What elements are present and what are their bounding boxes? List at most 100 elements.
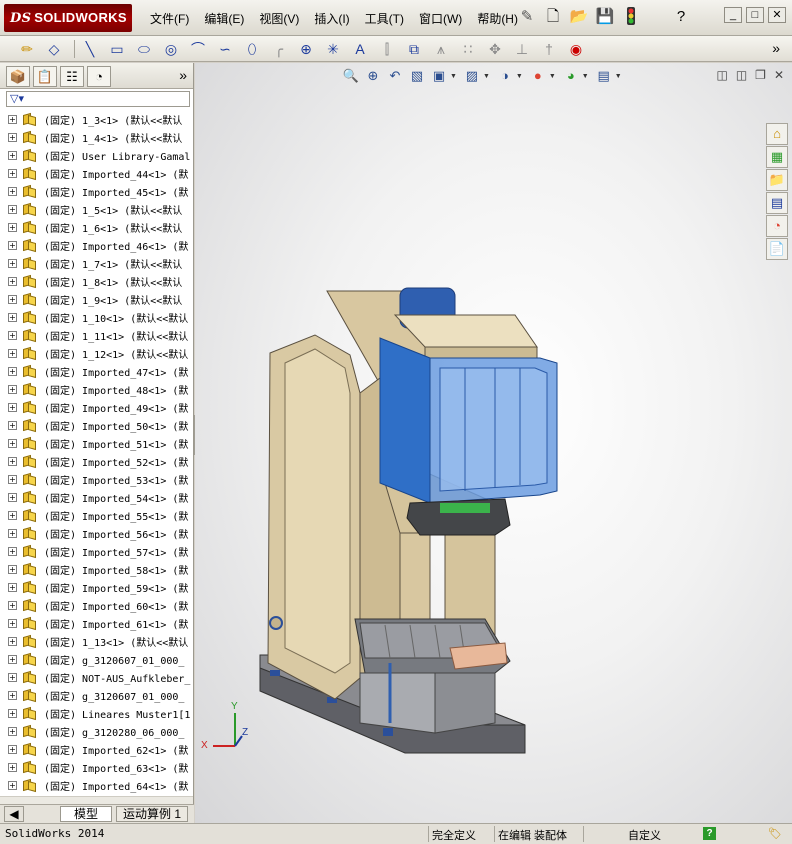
expand-icon[interactable]: + [8, 528, 17, 538]
appearance-icon[interactable]: ● [527, 67, 549, 85]
expand-icon[interactable]: + [8, 690, 17, 700]
expand-icon[interactable]: + [8, 222, 17, 232]
expand-icon[interactable]: + [8, 186, 17, 196]
point-icon[interactable]: ⊕ [295, 39, 317, 59]
scene-icon[interactable]: ◕ [560, 67, 582, 85]
graphics-area[interactable]: Y X Z 🔍 ⊕ ↶ ▧ ▣ ▼ ▨ ▼ ◑ ▼ ● ▼ ◕ ▼ ▤ ▼ ◫ ◫ ❐ ✕ … [195, 63, 792, 823]
expand-icon[interactable]: + [8, 582, 17, 592]
offset-icon[interactable]: ⧉ [403, 39, 425, 59]
panel-horizontal-scrollbar[interactable] [0, 796, 193, 804]
home-icon[interactable]: ⌂ [766, 123, 788, 145]
design-library-icon[interactable]: ▦ [766, 146, 788, 168]
display-style-icon[interactable]: ▨ [461, 67, 483, 85]
sketch-icon[interactable]: ✏ [16, 39, 38, 59]
expand-icon[interactable]: + [8, 402, 17, 412]
expand-icon[interactable]: + [8, 276, 17, 286]
panel-expand-icon[interactable]: » [179, 67, 187, 83]
expand-icon[interactable]: + [8, 204, 17, 214]
expand-icon[interactable]: + [8, 348, 17, 358]
tree-item[interactable]: + (固定) 1_8<1> (默认<<默认 [0, 272, 193, 290]
tree-item[interactable]: + (固定) g_3120607_01_000_ [0, 650, 193, 668]
arc-icon[interactable]: ⌒ [187, 39, 209, 59]
pin-icon[interactable]: ✎ [517, 6, 537, 28]
dropdown-arrow-icon[interactable]: ▼ [450, 73, 457, 80]
expand-icon[interactable]: + [8, 438, 17, 448]
tree-item[interactable]: + (固定) 1_10<1> (默认<<默认 [0, 308, 193, 326]
tree-item[interactable]: + (固定) Imported_53<1> (默 [0, 470, 193, 488]
tree-item[interactable]: + (固定) Imported_54<1> (默 [0, 488, 193, 506]
status-tag-icon[interactable]: 🏷 [768, 827, 782, 840]
tree-item[interactable]: + (固定) Imported_57<1> (默 [0, 542, 193, 560]
centerline-icon[interactable]: ✳ [322, 39, 344, 59]
expand-icon[interactable]: + [8, 762, 17, 772]
tree-item[interactable]: + (固定) 1_4<1> (默认<<默认 [0, 128, 193, 146]
tab-motion-study[interactable]: 运动算例 1 [116, 806, 188, 822]
smart-dimension-icon[interactable]: ◇ [43, 39, 65, 59]
tree-item[interactable]: + (固定) Imported_50<1> (默 [0, 416, 193, 434]
menu-window[interactable]: 窗口(W) [419, 10, 462, 27]
menu-tools[interactable]: 工具(T) [365, 10, 404, 27]
close-icon[interactable]: ✕ [768, 7, 786, 23]
quick-snap-icon[interactable]: † [538, 39, 560, 59]
expand-icon[interactable]: + [8, 672, 17, 682]
move-icon[interactable]: ✥ [484, 39, 506, 59]
view-orientation-icon[interactable]: ▣ [428, 67, 450, 85]
dropdown-arrow-icon[interactable]: ▼ [516, 73, 523, 80]
trim-icon[interactable]: ⩚ [430, 39, 452, 59]
expand-icon[interactable]: + [8, 420, 17, 430]
help-icon[interactable]: ? [671, 6, 691, 28]
tree-item[interactable]: + (固定) Imported_44<1> (默 [0, 164, 193, 182]
expand-icon[interactable]: + [8, 636, 17, 646]
tree-item[interactable]: + (固定) Imported_60<1> (默 [0, 596, 193, 614]
appearances-icon[interactable]: ◔ [766, 215, 788, 237]
save-icon[interactable]: 💾 [595, 6, 615, 28]
circle-icon[interactable]: ◎ [160, 39, 182, 59]
tree-item[interactable]: + (固定) Imported_45<1> (默 [0, 182, 193, 200]
dropdown-arrow-icon[interactable]: ▼ [615, 73, 622, 80]
tree-item[interactable]: + (固定) Lineares Muster1[1 [0, 704, 193, 722]
zoom-to-fit-icon[interactable]: 🔍 [340, 67, 362, 85]
tree-item[interactable]: + (固定) Imported_63<1> (默 [0, 758, 193, 776]
tree-item[interactable]: + (固定) User Library-Gamal [0, 146, 193, 164]
tree-item[interactable]: + (固定) Imported_61<1> (默 [0, 614, 193, 632]
menu-file[interactable]: 文件(F) [150, 10, 189, 27]
traffic-light-icon[interactable] [621, 6, 641, 28]
tree-item[interactable]: + (固定) 1_12<1> (默认<<默认 [0, 344, 193, 362]
tree-item[interactable]: + (固定) g_3120607_01_000_ [0, 686, 193, 704]
display-relation-icon[interactable]: ⊥ [511, 39, 533, 59]
tree-item[interactable]: + (固定) Imported_47<1> (默 [0, 362, 193, 380]
expand-icon[interactable]: + [8, 618, 17, 628]
expand-icon[interactable]: + [8, 240, 17, 250]
tree-item[interactable]: + (固定) Imported_58<1> (默 [0, 560, 193, 578]
slot-icon[interactable]: ⬭ [133, 39, 155, 59]
hide-show-icon[interactable]: ◑ [494, 67, 516, 85]
pattern-icon[interactable]: ∷ [457, 39, 479, 59]
expand-icon[interactable]: + [8, 726, 17, 736]
menu-help[interactable]: 帮助(H) [477, 10, 518, 27]
tree-item[interactable]: + (固定) Imported_52<1> (默 [0, 452, 193, 470]
solidworks-logo[interactable]: DS SOLIDWORKS [4, 4, 132, 32]
tree-item[interactable]: + (固定) Imported_55<1> (默 [0, 506, 193, 524]
menu-view[interactable]: 视图(V) [259, 10, 299, 27]
tree-item[interactable]: + (固定) 1_6<1> (默认<<默认 [0, 218, 193, 236]
tree-item[interactable]: + (固定) Imported_56<1> (默 [0, 524, 193, 542]
tree-item[interactable]: + (固定) Imported_48<1> (默 [0, 380, 193, 398]
zoom-area-icon[interactable]: ⊕ [362, 67, 384, 85]
filter-field[interactable]: ▽▾ [6, 91, 190, 107]
tree-item[interactable]: + (固定) Imported_59<1> (默 [0, 578, 193, 596]
section-view-icon[interactable]: ▧ [406, 67, 428, 85]
expand-icon[interactable]: + [8, 132, 17, 142]
expand-icon[interactable]: + [8, 546, 17, 556]
tree-item[interactable]: + (固定) g_3120280_06_000_ [0, 722, 193, 740]
status-units[interactable]: 自定义 [628, 827, 661, 843]
fillet-icon[interactable]: ╭ [268, 39, 290, 59]
tab-scroll-left-icon[interactable]: ◀ [4, 806, 24, 822]
dropdown-arrow-icon[interactable]: ▼ [582, 73, 589, 80]
expand-icon[interactable]: + [8, 492, 17, 502]
ellipse-icon[interactable]: ⬯ [241, 39, 263, 59]
text-icon[interactable]: A [349, 39, 371, 59]
tile-vertical-icon[interactable]: ◫ [736, 68, 747, 82]
tile-horizontal-icon[interactable]: ◫ [716, 68, 727, 82]
rectangle-icon[interactable]: ▭ [106, 39, 128, 59]
tree-item[interactable]: + (固定) 1_3<1> (默认<<默认 [0, 110, 193, 128]
